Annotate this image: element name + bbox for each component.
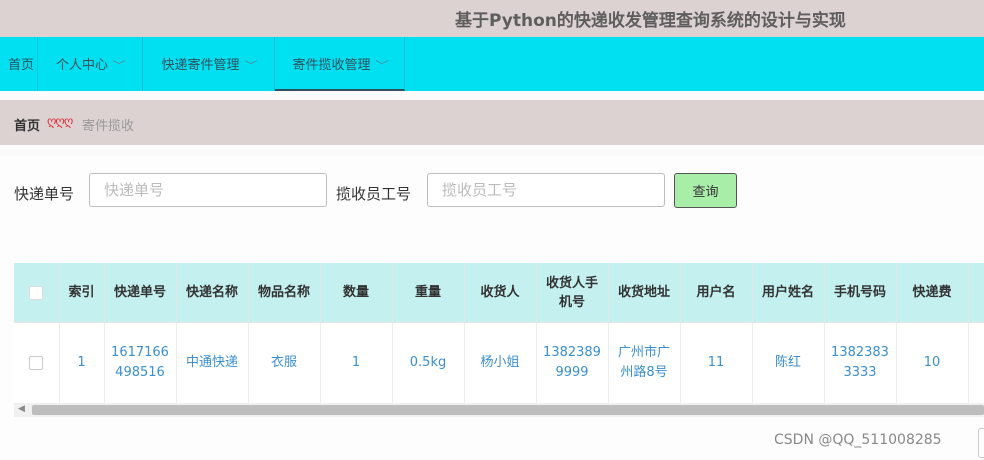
watermark: CSDN @QQ_511008285: [774, 432, 942, 448]
top-header: 基于Python的快递收发管理查询系统的设计与实现: [0, 0, 984, 37]
column-header: 重量: [392, 263, 465, 323]
breadcrumb-home[interactable]: 首页: [14, 115, 40, 134]
nav-item-label: 首页: [8, 58, 35, 73]
scrollbar-thumb[interactable]: [32, 405, 984, 415]
table-cell: 广州市广州路8号: [608, 322, 681, 403]
table-header-row: 索引 快递单号 快递名称 物品名称 数量 重量 收货人 收货人手机号 收货地址 …: [14, 263, 984, 323]
horizontal-scrollbar[interactable]: ◀: [14, 403, 984, 417]
column-header: 揽: [968, 263, 984, 323]
collector-id-input[interactable]: [427, 173, 665, 207]
row-checkbox[interactable]: [29, 355, 44, 370]
column-header: 快递费: [896, 263, 969, 323]
table-cell: 陈红: [752, 322, 825, 403]
table-cell: 中通快递: [176, 322, 249, 403]
chevron-down-icon: ﹀: [112, 61, 126, 72]
column-header: 数量: [320, 263, 393, 323]
table-cell: 1617166498516: [104, 322, 177, 403]
column-header: 手机号码: [824, 263, 897, 323]
nav-item-home[interactable]: 首页: [0, 37, 38, 91]
column-header: 收货地址: [608, 263, 681, 323]
table-cell: 11: [680, 322, 753, 403]
main-nav: 首页 个人中心 ﹀ 快递寄件管理 ﹀ 寄件揽收管理 ﹀: [0, 37, 984, 91]
nav-item-express-send-management[interactable]: 快递寄件管理 ﹀: [143, 37, 275, 91]
table-cell: 13823899999: [536, 322, 609, 403]
query-button[interactable]: 查询: [674, 173, 737, 208]
column-header: 用户名: [680, 263, 753, 323]
page-title: 基于Python的快递收发管理查询系统的设计与实现: [455, 11, 846, 31]
chevron-down-icon: ﹀: [375, 61, 388, 72]
table-cell: 1: [59, 322, 105, 403]
table-cell: 10: [896, 322, 969, 403]
nav-item-personal-center[interactable]: 个人中心 ﹀: [38, 37, 143, 91]
scroll-left-icon[interactable]: ◀: [18, 404, 25, 414]
table-row[interactable]: 1 1617166498516 中通快递 衣服 1 0.5kg 杨小姐 1382…: [14, 322, 984, 403]
data-table: 索引 快递单号 快递名称 物品名称 数量 重量 收货人 收货人手机号 收货地址 …: [14, 263, 984, 403]
column-header: 物品名称: [248, 263, 321, 323]
tracking-number-label: 快递单号: [14, 185, 75, 203]
table-cell: 杨小姐: [464, 322, 537, 403]
breadcrumb-current: 寄件揽收: [82, 119, 135, 134]
column-header: 索引: [59, 263, 105, 323]
row-select-cell: [14, 322, 60, 403]
column-header: 用户姓名: [752, 263, 825, 323]
breadcrumb-separator-icon: ღღღ: [47, 114, 73, 128]
select-all-checkbox[interactable]: [29, 285, 44, 300]
nav-item-label: 快递寄件管理: [161, 58, 240, 73]
table-cell: 0.5kg: [392, 322, 465, 403]
tracking-number-input[interactable]: [89, 173, 327, 207]
column-header: 快递名称: [176, 263, 249, 323]
column-header: 收货人手机号: [536, 263, 609, 323]
table-cell: 衣服: [248, 322, 321, 403]
table-cell: 13823833333: [824, 322, 897, 403]
table-cell: 1: [320, 322, 393, 403]
column-header: 收货人: [464, 263, 537, 323]
nav-item-label: 个人中心: [55, 58, 108, 73]
chevron-down-icon: ﹀: [244, 61, 257, 72]
breadcrumb: 首页 ღღღ 寄件揽收: [0, 100, 984, 145]
nav-item-pickup-management[interactable]: 寄件揽收管理 ﹀: [275, 37, 405, 91]
collector-id-label: 揽收员工号: [336, 185, 412, 203]
column-header: 快递单号: [104, 263, 177, 323]
pagination-box[interactable]: [978, 428, 984, 458]
nav-item-label: 寄件揽收管理: [292, 58, 371, 73]
select-all-cell: [14, 263, 60, 323]
table-cell: 2-: [968, 322, 984, 403]
